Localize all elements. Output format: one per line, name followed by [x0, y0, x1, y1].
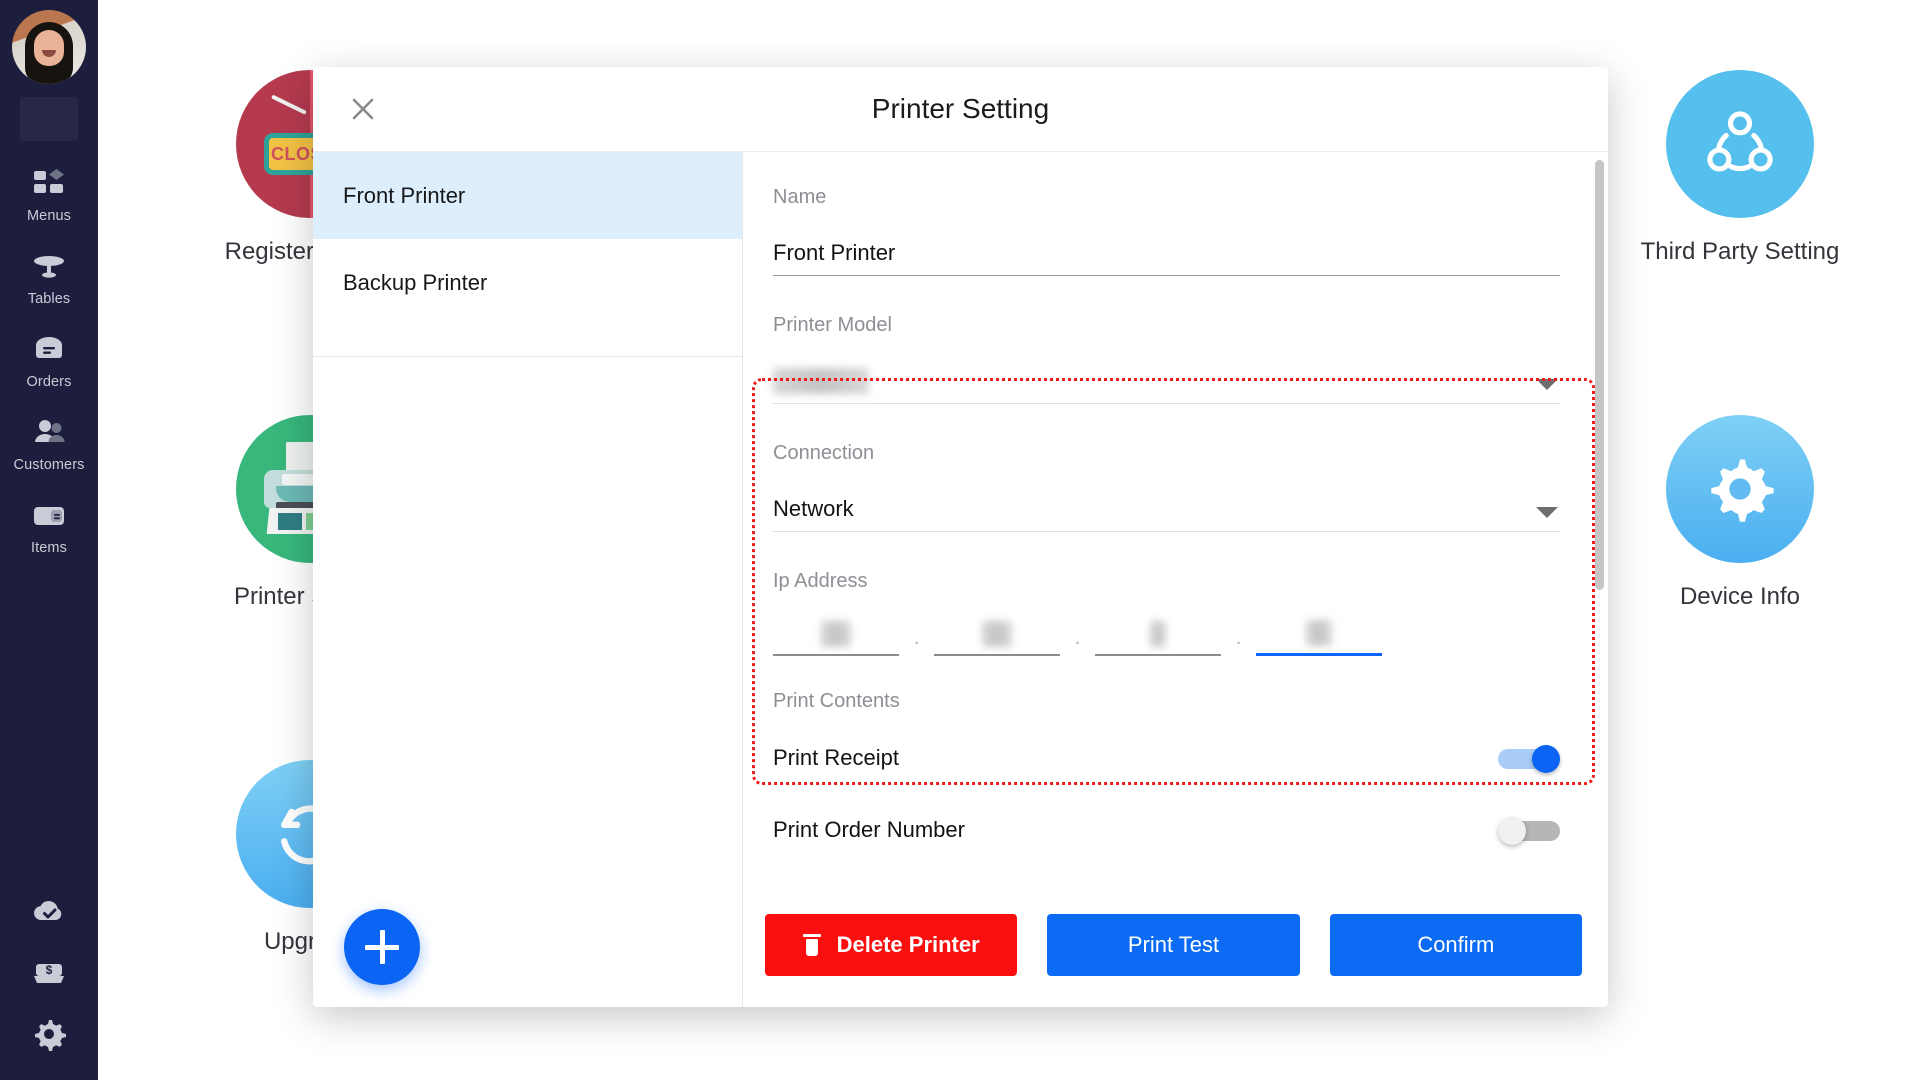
- button-label: Delete Printer: [837, 932, 980, 958]
- ip-address-inputs: . . .: [773, 613, 1560, 656]
- field-underline: [773, 403, 1560, 404]
- connection-select-value[interactable]: Network: [773, 487, 1560, 531]
- redacted-value: [1306, 620, 1332, 646]
- field-label: Connection: [773, 442, 1560, 465]
- field-label: Printer Model: [773, 314, 1560, 337]
- scrollbar-thumb[interactable]: [1595, 160, 1604, 590]
- pos-app-root: Menus Tables Orders: [0, 0, 1920, 1080]
- field-label: Name: [773, 186, 1560, 209]
- toggle-row-print-order-number: Print Order Number: [765, 801, 1568, 859]
- print-receipt-toggle[interactable]: [1498, 745, 1560, 771]
- printer-list-item-label: Backup Printer: [343, 270, 487, 296]
- redacted-value: [982, 621, 1012, 647]
- print-order-number-toggle[interactable]: [1498, 817, 1560, 843]
- printer-model-select-value[interactable]: [773, 359, 1560, 403]
- ip-separator: .: [1060, 624, 1095, 656]
- ip-octet-1[interactable]: [773, 614, 899, 656]
- field-ip-address: Ip Address . .: [765, 570, 1568, 656]
- printer-list: Front Printer Backup Printer: [313, 152, 743, 1007]
- printer-list-item-label: Front Printer: [343, 183, 465, 209]
- confirm-button[interactable]: Confirm: [1330, 914, 1582, 976]
- printer-form-pane: Name Front Printer Printer Model: [743, 152, 1608, 1007]
- chevron-down-icon[interactable]: [1536, 379, 1558, 390]
- printer-list-item-front[interactable]: Front Printer: [313, 152, 742, 239]
- dialog-action-bar: Delete Printer Print Test Confirm: [743, 883, 1608, 1007]
- name-input[interactable]: Front Printer: [773, 231, 1560, 275]
- chevron-down-icon[interactable]: [1536, 507, 1558, 518]
- printer-setting-dialog: Printer Setting Front Printer Backup Pri…: [313, 67, 1608, 1007]
- form-scrollbar[interactable]: [1595, 160, 1604, 857]
- toggle-label: Print Receipt: [773, 745, 899, 771]
- form-scroll-area: Name Front Printer Printer Model: [743, 152, 1608, 883]
- ip-octet-2[interactable]: [934, 614, 1060, 656]
- ip-separator: .: [899, 624, 934, 656]
- field-print-contents: Print Contents: [765, 690, 1568, 713]
- field-underline: [773, 531, 1560, 532]
- delete-printer-button[interactable]: Delete Printer: [765, 914, 1017, 976]
- redacted-value: [1150, 621, 1166, 647]
- toggle-row-print-receipt: Print Receipt: [765, 729, 1568, 787]
- field-label: Print Contents: [773, 690, 1560, 713]
- field-name: Name Front Printer: [765, 186, 1568, 276]
- dialog-title: Printer Setting: [313, 93, 1608, 125]
- trash-icon: [803, 934, 821, 956]
- dialog-header: Printer Setting: [313, 67, 1608, 152]
- ip-separator: .: [1221, 624, 1256, 656]
- close-icon[interactable]: [339, 85, 387, 133]
- button-label: Confirm: [1417, 932, 1494, 958]
- button-label: Print Test: [1128, 932, 1219, 958]
- printer-list-item-backup[interactable]: Backup Printer: [313, 239, 742, 326]
- print-test-button[interactable]: Print Test: [1047, 914, 1299, 976]
- field-printer-model: Printer Model: [765, 314, 1568, 404]
- redacted-value: [821, 621, 851, 647]
- toggle-label: Print Order Number: [773, 817, 965, 843]
- add-printer-button[interactable]: [344, 909, 420, 985]
- redacted-value: [773, 368, 869, 394]
- ip-octet-3[interactable]: [1095, 614, 1221, 656]
- field-underline: [773, 275, 1560, 276]
- dialog-body: Front Printer Backup Printer Name Fr: [313, 152, 1608, 1007]
- ip-octet-4[interactable]: [1256, 613, 1382, 656]
- field-connection: Connection Network: [765, 442, 1568, 532]
- field-label: Ip Address: [773, 570, 1560, 593]
- list-divider: [313, 356, 742, 357]
